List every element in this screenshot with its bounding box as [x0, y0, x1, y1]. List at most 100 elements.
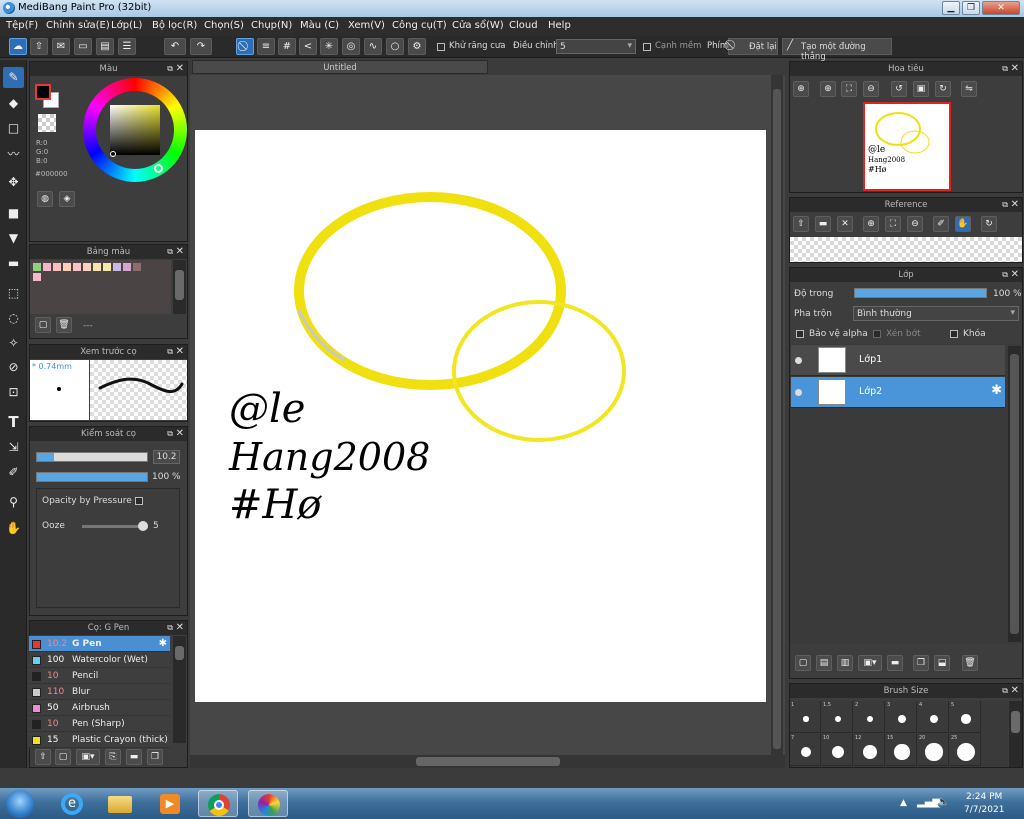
tray-arrow-icon[interactable]: ▲ [900, 798, 907, 808]
curve-snap-icon[interactable]: ∿ [364, 38, 382, 55]
brush-size-cell[interactable]: 5 [950, 701, 981, 733]
brush-size-cell[interactable]: 1.5 [822, 701, 853, 733]
layer-menu-icon[interactable]: ▣▾ [858, 655, 882, 671]
new-8bit-layer-icon[interactable]: ▥ [837, 655, 853, 671]
stroke-tool-icon[interactable]: 〰 [3, 144, 24, 165]
minimize-button[interactable]: ▁ [942, 1, 960, 15]
brush-size-cell[interactable]: 20 [918, 734, 949, 766]
menu-layer[interactable]: Lớp(L) [111, 20, 142, 31]
brush-size-cell[interactable]: 25 [950, 734, 981, 766]
close-button[interactable]: ✕ [982, 1, 1020, 15]
soft-edge-checkbox[interactable] [643, 43, 651, 51]
hand-tool-icon[interactable]: ✋ [3, 518, 24, 539]
rotate-left-icon[interactable]: ↺ [891, 81, 907, 97]
palette-scrollbar[interactable] [173, 260, 186, 314]
hand-icon[interactable]: ✋ [955, 216, 971, 232]
folder-icon[interactable]: ▬ [126, 749, 142, 765]
duplicate-icon[interactable]: ❐ [147, 749, 163, 765]
clock-time[interactable]: 2:24 PM [966, 792, 1002, 802]
close-icon[interactable]: ✕ [176, 621, 184, 635]
close-icon[interactable]: ✕ [1011, 684, 1019, 698]
zoom-out-icon[interactable]: ⊖ [863, 81, 879, 97]
circle-snap-icon[interactable]: ◎ [342, 38, 360, 55]
clipping-checkbox[interactable] [873, 330, 881, 338]
close-icon[interactable]: ✕ [176, 245, 184, 259]
palette-icon[interactable]: ◍ [37, 191, 53, 207]
chrome-icon[interactable] [198, 790, 238, 817]
operation-tool-icon[interactable]: ⇲ [3, 437, 24, 458]
flip-icon[interactable]: ⇋ [961, 81, 977, 97]
maximize-button[interactable]: ❐ [962, 1, 980, 15]
layer-item[interactable]: Lớp2 ✱ [791, 377, 1005, 408]
panel-icon[interactable]: ▭ [74, 38, 92, 55]
palette-swatch[interactable] [33, 273, 41, 281]
vanish-snap-icon[interactable]: < [299, 38, 317, 55]
folder-icon[interactable]: ▬ [815, 216, 831, 232]
ellipse-snap-icon[interactable]: ○ [386, 38, 404, 55]
brush-list-scrollbar[interactable] [173, 636, 186, 743]
zoom-in-icon[interactable]: ⊕ [793, 81, 809, 97]
brush-tool-icon[interactable]: ✎ [3, 67, 24, 88]
eyedropper-icon[interactable]: ✐ [933, 216, 949, 232]
brush-list-item[interactable]: 50 Airbrush [29, 700, 170, 716]
brush-list-item[interactable]: 10.2 G Pen ✱ [29, 636, 170, 652]
palette-swatch[interactable] [33, 263, 41, 271]
brush-size-cell[interactable]: 15 [886, 734, 917, 766]
protect-alpha-checkbox[interactable] [796, 330, 804, 338]
canvas-horizontal-scrollbar[interactable] [190, 755, 785, 768]
clock-date[interactable]: 7/7/2021 [964, 805, 1004, 815]
brush-list-item[interactable]: 10 Pen (Sharp) [29, 716, 170, 732]
foreground-color-swatch[interactable] [35, 84, 51, 100]
zoom-in-icon[interactable]: ⊕ [863, 216, 879, 232]
actual-size-icon[interactable]: ▣ [913, 81, 929, 97]
new-brush-icon[interactable]: ▢ [55, 749, 71, 765]
copy-brush-icon[interactable]: ⎘ [105, 749, 121, 765]
brush-size-cell[interactable]: 4 [918, 701, 949, 733]
blend-mode-select[interactable]: Bình thường ▾ [853, 306, 1019, 321]
popout-icon[interactable]: ⧉ [167, 62, 173, 76]
popout-icon[interactable]: ⧉ [167, 245, 173, 259]
dropper-tool-icon[interactable]: ✐ [3, 462, 24, 483]
opacity-pressure-checkbox[interactable] [135, 497, 143, 505]
brush-size-slider[interactable] [36, 452, 148, 462]
popout-icon[interactable]: ⧉ [167, 427, 173, 441]
layer-opacity-slider[interactable] [854, 288, 987, 298]
close-icon[interactable]: ✕ [176, 62, 184, 76]
brush-size-cell[interactable]: 1 [790, 701, 821, 733]
brush-list-item[interactable]: 10 Pencil [29, 668, 170, 684]
gradient-tool-icon[interactable]: ▬ [3, 253, 24, 274]
palette-swatch[interactable] [83, 263, 91, 271]
menu-help[interactable]: Help [548, 20, 571, 31]
popout-icon[interactable]: ⧉ [1002, 684, 1008, 698]
brush-list-item[interactable]: 110 Blur [29, 684, 170, 700]
brush-list-item[interactable]: 15 Plastic Crayon (thick) [29, 732, 170, 748]
list-icon[interactable]: ☰ [118, 38, 136, 55]
color-settings-icon[interactable]: ◈ [59, 191, 75, 207]
menu-filter[interactable]: Bộ lọc(R) [152, 20, 197, 31]
folder-icon[interactable]: ▬ [887, 655, 903, 671]
palette-swatch[interactable] [123, 263, 131, 271]
menu-view[interactable]: Xem(V) [348, 20, 385, 31]
grid-panel-icon[interactable]: ▤ [96, 38, 114, 55]
palette-swatch[interactable] [113, 263, 121, 271]
merge-layer-icon[interactable]: ⬓ [934, 655, 950, 671]
brush-size-cell[interactable]: 3 [886, 701, 917, 733]
saturation-square[interactable] [110, 105, 160, 155]
fill-rect-tool-icon[interactable]: ■ [3, 203, 24, 224]
brush-settings-icon[interactable]: ✱ [159, 636, 167, 652]
add-brush-icon[interactable]: ⇧ [35, 749, 51, 765]
brush-size-scrollbar[interactable] [1009, 701, 1022, 767]
snap-settings-icon[interactable]: ⚙ [408, 38, 426, 55]
rotate-icon[interactable]: ↻ [981, 216, 997, 232]
duplicate-layer-icon[interactable]: ❐ [913, 655, 929, 671]
ie-icon[interactable]: e [52, 790, 92, 817]
menu-snap[interactable]: Chụp(N) [251, 20, 292, 31]
brush-opacity-slider[interactable] [36, 472, 148, 482]
zoom-in-alt-icon[interactable]: ⊕ [820, 81, 836, 97]
new-palette-icon[interactable]: ▢ [35, 317, 51, 333]
menu-file[interactable]: Tệp(F) [6, 20, 38, 31]
media-player-icon[interactable]: ▶ [150, 790, 190, 817]
delete-palette-icon[interactable]: 🗑 [56, 317, 72, 333]
brush-menu-icon[interactable]: ▣▾ [76, 749, 100, 765]
move-tool-icon[interactable]: ✥ [3, 172, 24, 193]
